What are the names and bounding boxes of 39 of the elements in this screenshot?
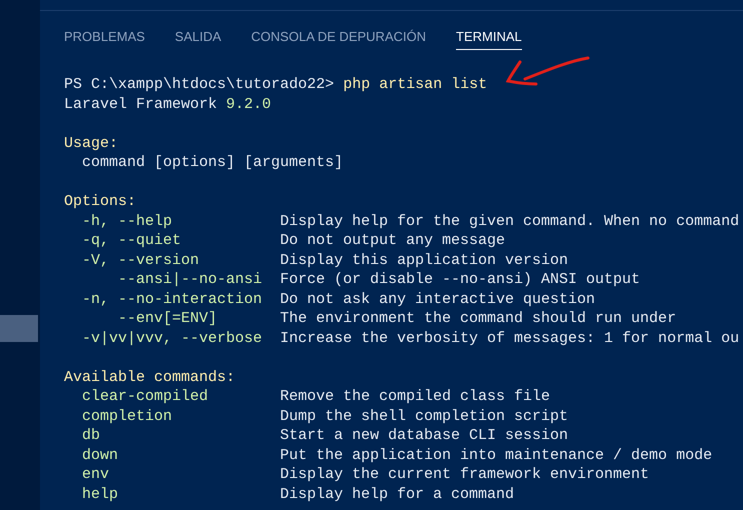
section-heading: Usage:: [64, 134, 118, 152]
option-description: Force (or disable --no-ansi) ANSI output: [280, 270, 640, 290]
option-name: -h, --help: [81, 212, 174, 231]
typed-command: php artisan list: [343, 76, 488, 93]
sidebar-highlight: [0, 315, 38, 342]
option-name: -v|vv|vvv, --verbose: [81, 328, 264, 348]
option-description: Display help for the given command. When no command: [280, 212, 740, 231]
command-description: Display the current framework environment: [280, 465, 650, 484]
option-description: Do not output any message: [280, 231, 506, 250]
option-name: -V, --version: [81, 250, 200, 270]
command-name: clear-compiled: [81, 387, 210, 406]
panel-tab[interactable]: CONSOLA DE DEPURACIÓN: [251, 29, 426, 50]
prompt-path: PS C:\xampp\htdocs\tutorado22>: [64, 76, 334, 93]
command-description: Put the application into maintenance / demo mode: [280, 446, 712, 465]
command-name: help: [81, 484, 120, 504]
framework-label: Laravel Framework: [64, 96, 218, 112]
panel-tab[interactable]: TERMINAL: [456, 29, 522, 50]
command-description: Start a new database CLI session: [280, 426, 568, 446]
command-description: Display help for a command: [280, 484, 514, 504]
option-description: Increase the verbosity of messages: 1 for normal ou: [280, 328, 740, 348]
framework-version: 9.2.0: [226, 96, 272, 112]
option-name: --env[=ENV]: [117, 309, 218, 328]
command-name: env: [81, 465, 110, 484]
section-heading: Available commands:: [64, 368, 236, 386]
command-name: completion: [81, 406, 174, 426]
command-name: down: [81, 446, 120, 465]
command-description: Remove the compiled class file: [280, 387, 550, 406]
panel-tab[interactable]: SALIDA: [174, 29, 222, 50]
option-description: The environment the command should run under: [280, 309, 676, 328]
command-name: db: [81, 426, 102, 446]
option-name: --ansi|--no-ansi: [117, 270, 264, 290]
section-heading: Options:: [64, 193, 136, 210]
panel-tab[interactable]: PROBLEMAS: [64, 29, 145, 50]
option-name: -n, --no-interaction: [81, 290, 264, 309]
command-description: Dump the shell completion script: [280, 406, 568, 426]
usage-line: command [options] [arguments]: [82, 154, 344, 171]
option-description: Do not ask any interactive question: [280, 290, 596, 309]
option-name: -q, --quiet: [81, 231, 182, 250]
option-description: Display this application version: [280, 250, 568, 270]
